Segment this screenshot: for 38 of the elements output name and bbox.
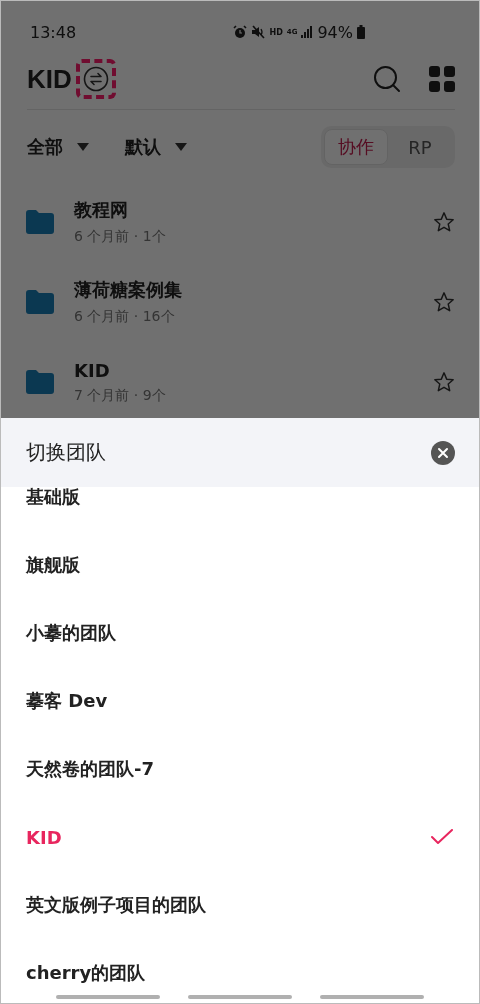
check-icon: [431, 829, 453, 845]
signal-icon: [301, 26, 314, 38]
battery-percent: 94%: [317, 22, 353, 42]
mute-icon: [251, 25, 266, 39]
folder-name[interactable]: 薄荷糖案例集: [74, 278, 433, 302]
hd-label: HD: [269, 27, 283, 37]
folder-icon: [26, 290, 54, 314]
folder-icon: [26, 210, 54, 234]
team-item[interactable]: cherry的团队: [1, 939, 479, 1003]
star-icon[interactable]: [433, 211, 455, 233]
status-time: 13:48: [30, 22, 77, 42]
sheet-title: 切换团队: [26, 439, 106, 466]
close-icon[interactable]: [431, 440, 455, 465]
filter-dropdown[interactable]: 全部: [27, 135, 89, 159]
team-title: KID: [27, 63, 72, 95]
search-icon[interactable]: [373, 65, 401, 93]
folder-icon: [26, 370, 54, 394]
battery-icon: [357, 25, 365, 39]
team-item[interactable]: 天然卷的团队-7: [1, 735, 479, 803]
caret-icon: [175, 143, 187, 151]
team-item[interactable]: 旗舰版: [1, 531, 479, 599]
team-item[interactable]: 英文版例子项目的团队: [1, 871, 479, 939]
star-icon[interactable]: [433, 291, 455, 313]
highlight-frame: [75, 59, 116, 99]
filter-dropdown[interactable]: 默认: [125, 135, 187, 159]
segment-tab[interactable]: 协作: [324, 129, 388, 165]
team-item[interactable]: 小摹的团队: [1, 599, 479, 667]
team-item[interactable]: KID: [1, 803, 479, 871]
segment-tab[interactable]: RP: [388, 129, 452, 165]
grid-icon[interactable]: [429, 66, 455, 92]
folder-name[interactable]: 教程网: [74, 198, 433, 222]
alarm-icon: [233, 25, 248, 39]
folder-name[interactable]: KID: [74, 359, 433, 381]
team-item[interactable]: 摹客 Dev: [1, 667, 479, 735]
star-icon[interactable]: [433, 371, 455, 393]
team-item[interactable]: 基础版: [1, 487, 479, 507]
swap-icon[interactable]: [82, 66, 109, 92]
caret-icon: [77, 143, 89, 151]
